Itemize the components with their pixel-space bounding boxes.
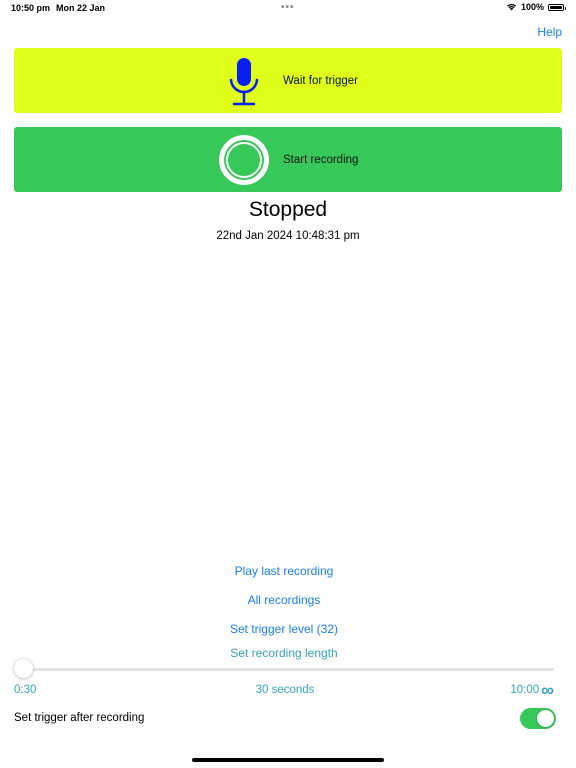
battery-icon [548,3,566,11]
status-time: 10:50 pm [11,3,51,13]
recording-state-title: Stopped [248,198,328,221]
status-date: Mon 22 Jan [56,3,106,13]
battery-percent: 100% [520,2,544,12]
trigger-after-recording-label: Set trigger after recording [14,712,145,724]
start-recording-label: Start recording [283,153,359,166]
trigger-after-recording-toggle[interactable] [520,708,556,729]
slider-current-value: 30 seconds [255,684,315,696]
set-trigger-level-link[interactable]: Set trigger level (32) [0,622,572,636]
recording-state-timestamp: 22nd Jan 2024 10:48:31 pm [216,230,360,242]
start-recording-button[interactable]: Start recording [14,127,562,192]
wifi-icon [506,3,517,11]
wait-for-trigger-button[interactable]: Wait for trigger [14,48,562,113]
all-recordings-link[interactable]: All recordings [0,593,572,607]
app-screen: 10:50 pm Mon 22 Jan ••• 100% Help Wait f… [0,0,576,768]
status-right: 100% [506,2,566,12]
microphone-icon [229,58,259,106]
infinity-icon: ∞ [541,680,554,700]
help-link[interactable]: Help [537,25,562,39]
status-bar: 10:50 pm Mon 22 Jan ••• 100% [0,0,576,16]
multitasking-dots-icon[interactable]: ••• [281,3,295,13]
recording-length-slider-track[interactable] [22,668,554,671]
battery-fill [550,5,562,9]
set-recording-length-label: Set recording length [230,646,338,660]
wait-for-trigger-label: Wait for trigger [283,74,358,87]
toggle-knob [537,710,554,727]
slider-max-value: 10:00 [510,684,540,696]
play-last-recording-link[interactable]: Play last recording [0,564,572,578]
record-circle-icon [219,135,269,185]
slider-max-label: 10:00 ∞ [510,680,554,700]
recording-length-slider-thumb[interactable] [13,659,33,678]
home-indicator[interactable] [192,758,384,762]
